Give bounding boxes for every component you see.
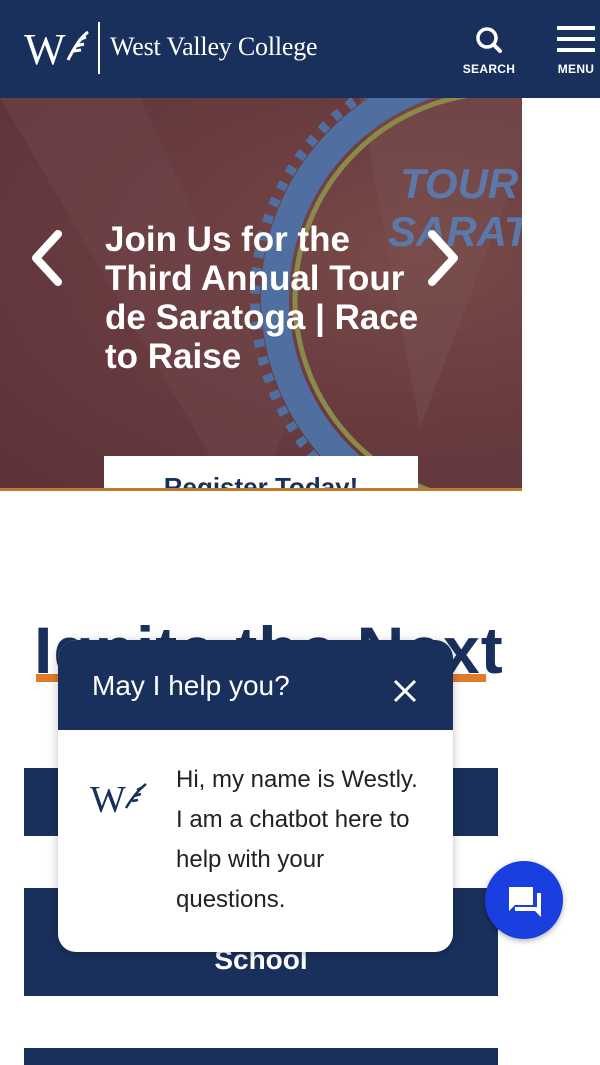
menu-label: MENU [557,62,595,76]
site-header: W West Valley College SEARCH MENU [0,0,600,98]
search-button[interactable]: SEARCH [458,24,520,80]
search-label: SEARCH [462,62,516,76]
register-button[interactable]: Register Today! [104,456,418,490]
hero-carousel: TOUR SARAT Join Us for the Third Annual … [0,98,522,490]
svg-text:W: W [90,779,126,818]
carousel-prev-icon[interactable] [28,228,68,288]
hamburger-icon [557,26,595,52]
chatbot-title: May I help you? [92,670,290,701]
logo-divider [98,22,100,74]
link-block-3[interactable] [24,1048,498,1065]
menu-button[interactable]: MENU [552,24,600,80]
chat-bubble-icon [509,887,541,917]
chatbot-header: May I help you? [58,640,453,730]
chatbot-avatar-icon: W [90,779,147,818]
hero-bg-text-tour: TOUR [400,160,519,207]
carousel-next-icon[interactable] [422,228,462,288]
hero-title: Join Us for the Third Annual Tour de Sar… [105,220,419,376]
chatbot-popup: May I help you? W Hi, my name is Westly.… [58,640,453,952]
chat-launcher-button[interactable] [485,861,563,939]
search-icon [476,27,502,53]
chatbot-message: Hi, my name is Westly. I am a chatbot he… [176,766,418,913]
close-icon[interactable] [392,678,418,704]
college-name[interactable]: West Valley College [110,32,318,62]
svg-text:W: W [24,26,66,70]
college-logo-icon[interactable]: W [24,26,90,70]
hero-divider [0,488,522,491]
